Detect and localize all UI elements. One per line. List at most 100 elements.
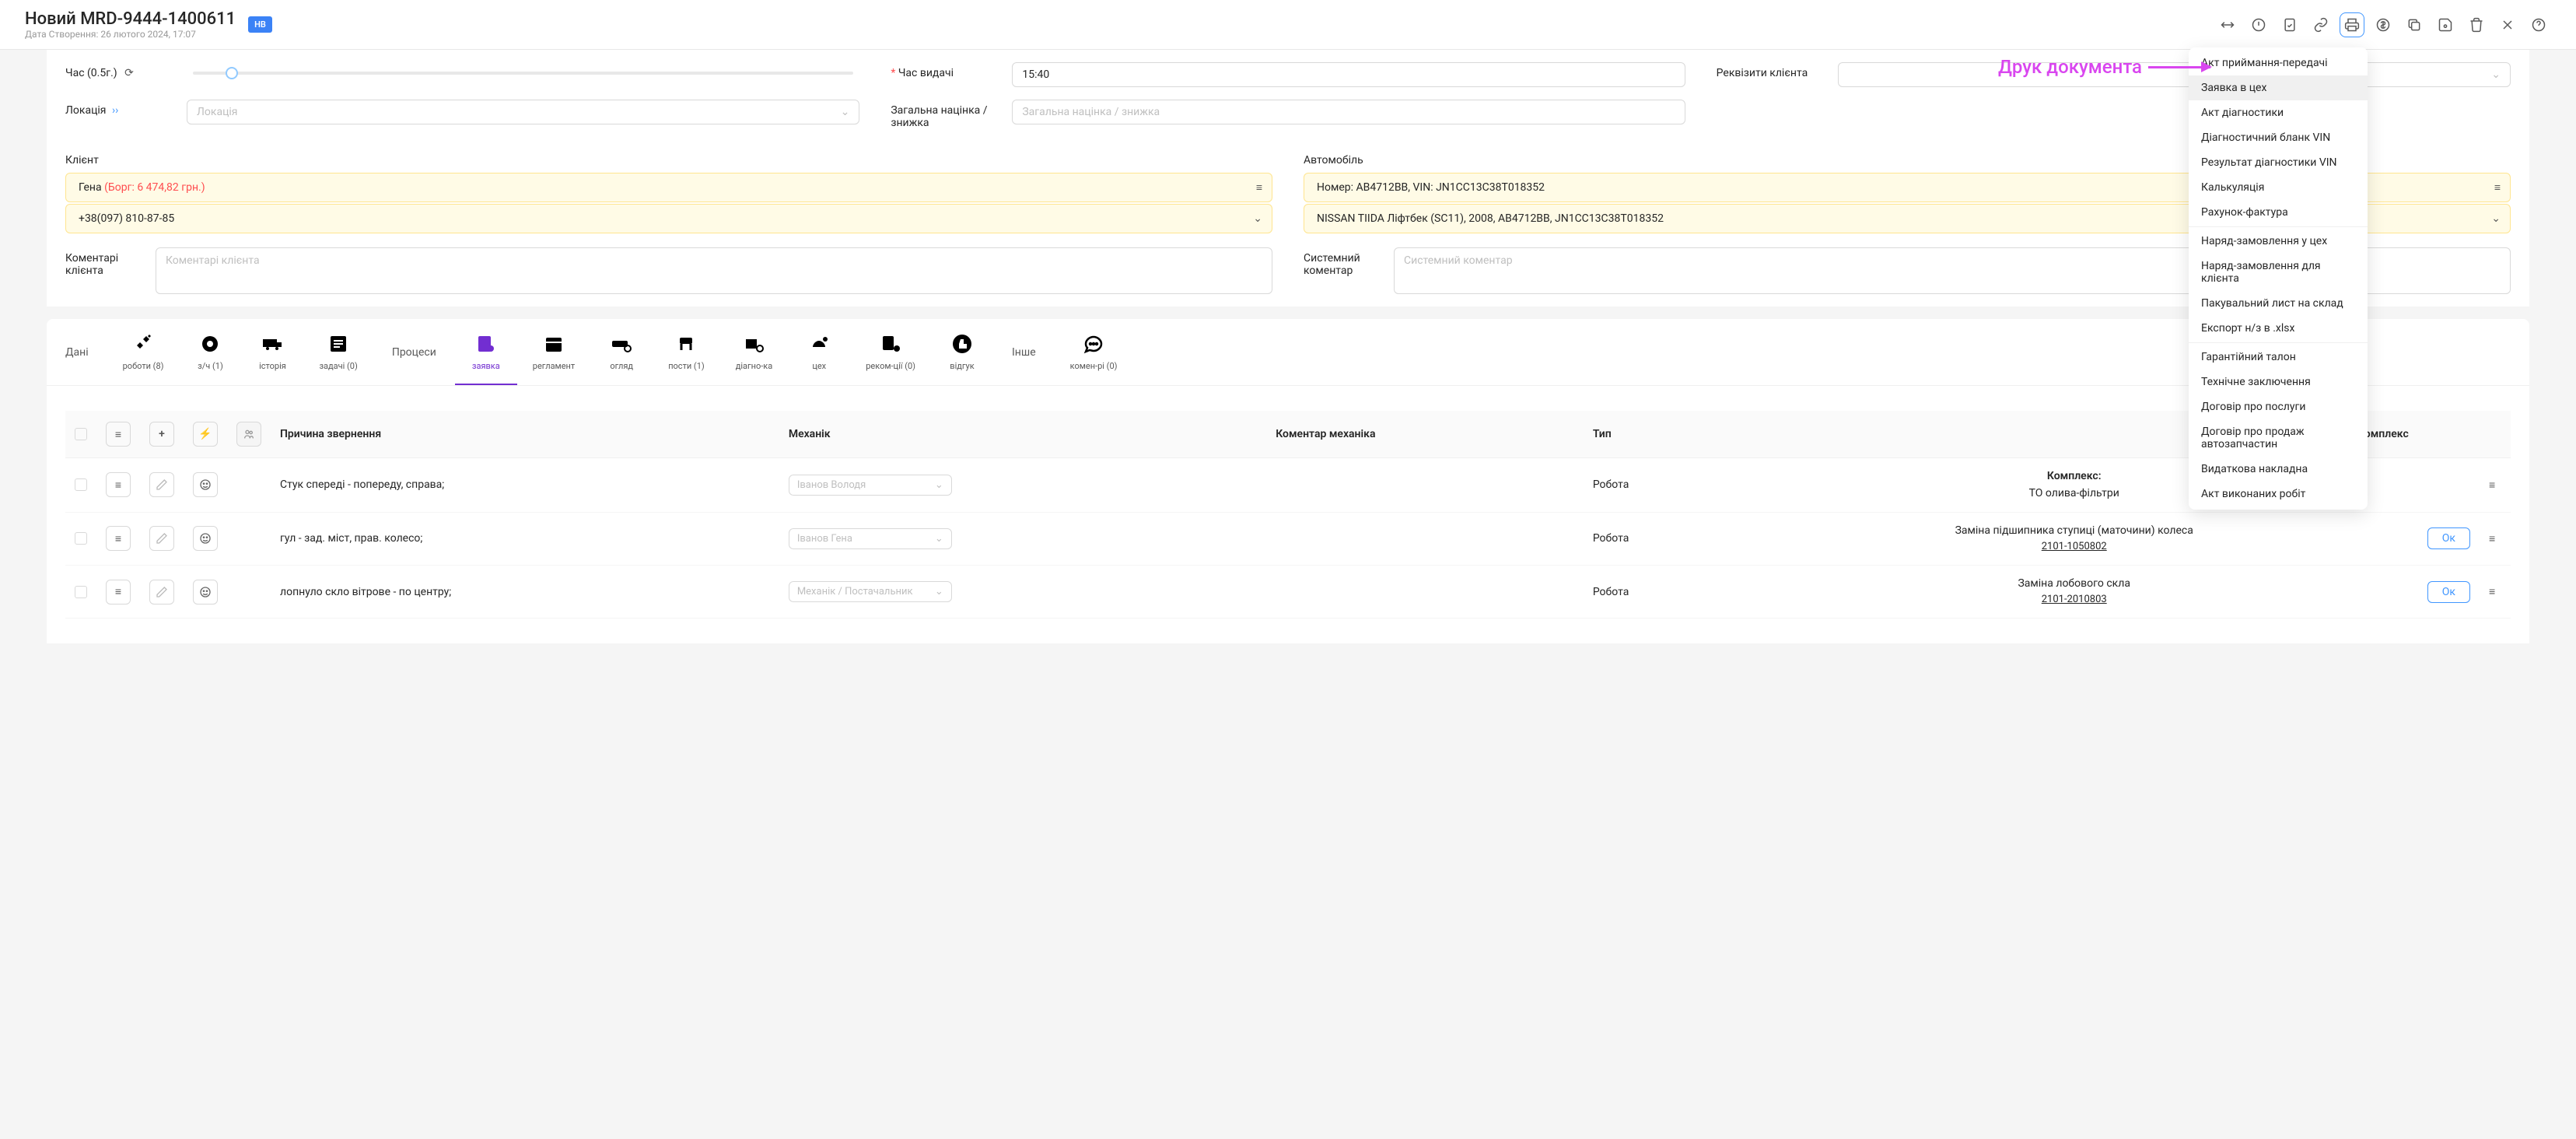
- dropdown-item[interactable]: Договір про послуги: [2189, 394, 2368, 419]
- print-icon[interactable]: [2340, 12, 2364, 37]
- dropdown-item[interactable]: Діагностичний бланк VIN: [2189, 125, 2368, 150]
- dropdown-item[interactable]: Результат діагностики VIN: [2189, 150, 2368, 175]
- tab-inspection[interactable]: огляд: [590, 319, 653, 385]
- edit-icon[interactable]: [149, 526, 174, 551]
- mechanic-select[interactable]: Іванов Гена⌄: [789, 528, 952, 549]
- tab-works[interactable]: роботи (8): [107, 319, 180, 385]
- tab-parts[interactable]: з/ч (1): [179, 319, 241, 385]
- tab-review[interactable]: відгук: [931, 319, 993, 385]
- brake-icon: [194, 331, 226, 356]
- cell-reason: Стук спереді - попереду, справа;: [271, 458, 779, 513]
- alert-icon[interactable]: [2246, 12, 2271, 37]
- swap-icon[interactable]: [2215, 12, 2240, 37]
- car-wrench-icon: [803, 331, 835, 356]
- edit-icon[interactable]: [149, 580, 174, 605]
- dropdown-item[interactable]: Калькуляція: [2189, 175, 2368, 200]
- tab-tasks[interactable]: задачі (0): [303, 319, 373, 385]
- tab-other[interactable]: Інше: [993, 319, 1055, 385]
- client-comment-input[interactable]: [156, 247, 1272, 294]
- ok-button[interactable]: Ок: [2427, 581, 2470, 603]
- row-menu-icon[interactable]: ≡: [2489, 585, 2495, 598]
- people-icon[interactable]: [236, 422, 261, 447]
- row-menu-icon[interactable]: ≡: [2489, 478, 2495, 492]
- thumbs-up-icon: [947, 331, 978, 356]
- chevrons-icon[interactable]: ››: [112, 104, 118, 117]
- dropdown-item[interactable]: Наряд-замовлення у цех: [2189, 229, 2368, 254]
- dropdown-item[interactable]: Заявка в цех: [2189, 75, 2368, 100]
- tab-history[interactable]: історія: [241, 319, 303, 385]
- dropdown-item[interactable]: Акт діагностики: [2189, 100, 2368, 125]
- dropdown-item[interactable]: Пакувальний лист на склад: [2189, 291, 2368, 316]
- trash-icon[interactable]: [2464, 12, 2489, 37]
- dropdown-item[interactable]: Експорт н/з в .xlsx: [2189, 316, 2368, 341]
- emoji-icon[interactable]: [193, 526, 218, 551]
- plus-icon[interactable]: +: [149, 422, 174, 447]
- time-slider[interactable]: [187, 62, 859, 75]
- dropdown-item[interactable]: Рахунок-фактура: [2189, 200, 2368, 225]
- help-icon[interactable]: [2526, 12, 2551, 37]
- tab-request[interactable]: заявка: [455, 319, 517, 385]
- markup-input[interactable]: [1012, 100, 1685, 124]
- page-title: Новий MRD-9444-1400611: [25, 9, 236, 29]
- bolt-icon[interactable]: ⚡: [193, 422, 218, 447]
- link-icon[interactable]: [2308, 12, 2333, 37]
- row-checkbox[interactable]: [75, 532, 87, 545]
- menu-icon[interactable]: ≡: [106, 472, 131, 497]
- col-type: Тип: [1584, 411, 1731, 458]
- tab-reglament[interactable]: регламент: [517, 319, 590, 385]
- row-menu-icon[interactable]: ≡: [2489, 532, 2495, 545]
- requisites-label: Реквізити клієнта: [1717, 62, 1825, 79]
- cell-reason: гул - зад. міст, прав. колесо;: [271, 512, 779, 565]
- tab-workshop[interactable]: цех: [788, 319, 850, 385]
- header-toolbar: Акт приймання-передачіЗаявка в цехАкт ді…: [2215, 12, 2551, 37]
- menu-icon[interactable]: ≡: [2494, 181, 2501, 195]
- dropdown-item[interactable]: Наряд-замовлення для клієнта: [2189, 254, 2368, 291]
- dropdown-item[interactable]: Видаткова накладна: [2189, 457, 2368, 482]
- page-subtitle: Дата Створення: 26 лютого 2024, 17:07: [25, 29, 236, 40]
- dropdown-item[interactable]: Договір про продаж автозапчастин: [2189, 419, 2368, 457]
- request-table: ≡ + ⚡ Причина звернення Механік Коментар…: [65, 411, 2511, 619]
- ok-button[interactable]: Ок: [2427, 527, 2470, 549]
- select-all-checkbox[interactable]: [75, 428, 87, 440]
- mechanic-select[interactable]: Іванов Володя⌄: [789, 475, 952, 496]
- save-icon[interactable]: [2433, 12, 2458, 37]
- tab-processes[interactable]: Процеси: [373, 319, 455, 385]
- output-time-input[interactable]: [1012, 62, 1685, 87]
- client-phone-card[interactable]: +38(097) 810-87-85 ⌄: [65, 204, 1272, 233]
- car-search-icon: [606, 331, 637, 356]
- clipboard-check-icon[interactable]: [2277, 12, 2302, 37]
- client-section-label: Клієнт: [65, 154, 1272, 166]
- dropdown-item[interactable]: Акт приймання-передачі: [2189, 51, 2368, 75]
- dropdown-item[interactable]: Гарантійний талон: [2189, 345, 2368, 370]
- emoji-icon[interactable]: [193, 472, 218, 497]
- tab-comments[interactable]: комен-рі (0): [1055, 319, 1133, 385]
- dropdown-item[interactable]: Акт виконаних робіт: [2189, 482, 2368, 506]
- menu-icon[interactable]: ≡: [106, 526, 131, 551]
- dropdown-item[interactable]: Технічне заключення: [2189, 370, 2368, 394]
- refresh-icon[interactable]: ⟳: [124, 67, 134, 79]
- cell-reason: лопнуло скло вітрове - по центру;: [271, 565, 779, 618]
- dropdown-divider: [2189, 342, 2368, 343]
- edit-icon[interactable]: [149, 472, 174, 497]
- row-checkbox[interactable]: [75, 478, 87, 491]
- truck-icon: [257, 331, 288, 356]
- mechanic-select[interactable]: Механік / Постачальник⌄: [789, 581, 952, 602]
- chevron-down-icon[interactable]: ⌄: [1253, 212, 1262, 225]
- annotation-arrow: [2148, 66, 2210, 68]
- tab-posts[interactable]: пости (1): [653, 319, 720, 385]
- close-icon[interactable]: [2495, 12, 2520, 37]
- tab-diag[interactable]: діагно-ка: [720, 319, 789, 385]
- tab-data[interactable]: Дані: [47, 319, 107, 385]
- dollar-icon[interactable]: [2371, 12, 2396, 37]
- chevron-down-icon[interactable]: ⌄: [2491, 212, 2501, 225]
- row-checkbox[interactable]: [75, 586, 87, 598]
- tab-recom[interactable]: реком-ції (0): [850, 319, 931, 385]
- cell-type: Робота: [1584, 458, 1731, 513]
- location-select[interactable]: Локація⌄: [187, 100, 859, 124]
- copy-icon[interactable]: [2402, 12, 2427, 37]
- menu-icon[interactable]: ≡: [106, 422, 131, 447]
- emoji-icon[interactable]: [193, 580, 218, 605]
- menu-icon[interactable]: ≡: [1256, 181, 1262, 195]
- menu-icon[interactable]: ≡: [106, 580, 131, 605]
- client-card[interactable]: Гена (Борг: 6 474,82 грн.) ≡: [65, 173, 1272, 202]
